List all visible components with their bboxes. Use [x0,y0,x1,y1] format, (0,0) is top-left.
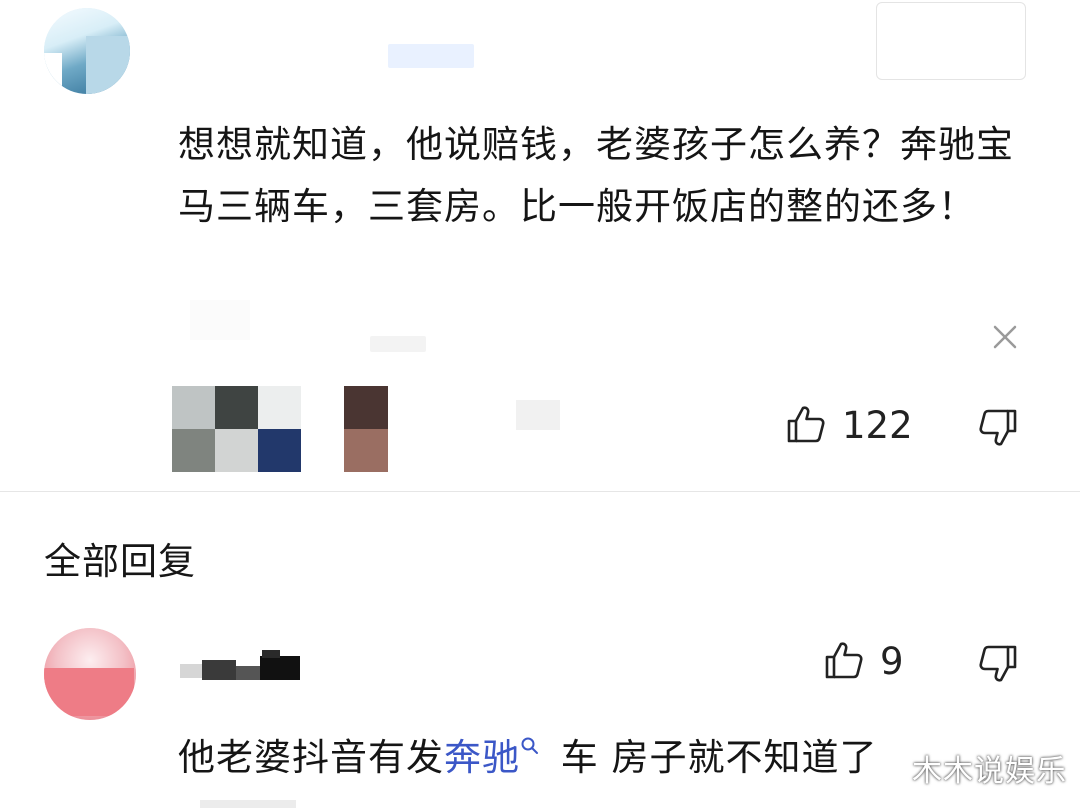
replier-avatar[interactable] [44,628,136,720]
watermark: 木木说娱乐 [912,754,1067,789]
commenter-name-blurred [388,44,474,68]
divider [0,491,1080,492]
like-count: 122 [842,404,913,447]
bottom-blurred [200,800,296,808]
search-link[interactable]: 奔驰 [444,736,520,779]
replier-name-blurred [180,650,300,680]
reply-text: 他老婆抖音有发奔驰 车 房子就不知道了 [178,730,878,786]
close-icon[interactable] [990,322,1020,352]
follow-button-blurred[interactable] [876,2,1026,80]
reply-like-count: 9 [880,640,904,683]
comment-meta-blurred [190,300,250,340]
replier-avatars-pixelated[interactable] [172,386,388,472]
thumbs-up-icon[interactable] [824,640,864,680]
thumbs-down-icon[interactable] [976,406,1018,448]
reply-text-after: 车 房子就不知道了 [548,736,878,779]
reply-count-blurred [516,400,560,430]
comment-text: 想想就知道，他说赔钱，老婆孩子怎么养？奔驰宝马三辆车，三套房。比一般开饭店的整的… [178,123,1014,228]
search-icon[interactable] [520,736,540,756]
thumbs-up-icon[interactable] [786,404,826,444]
comment-location-blurred [370,336,426,352]
thumbs-down-icon[interactable] [976,642,1018,684]
all-replies-heading: 全部回复 [44,540,196,583]
commenter-avatar[interactable] [44,8,130,94]
reply-text-before: 他老婆抖音有发 [178,736,444,779]
